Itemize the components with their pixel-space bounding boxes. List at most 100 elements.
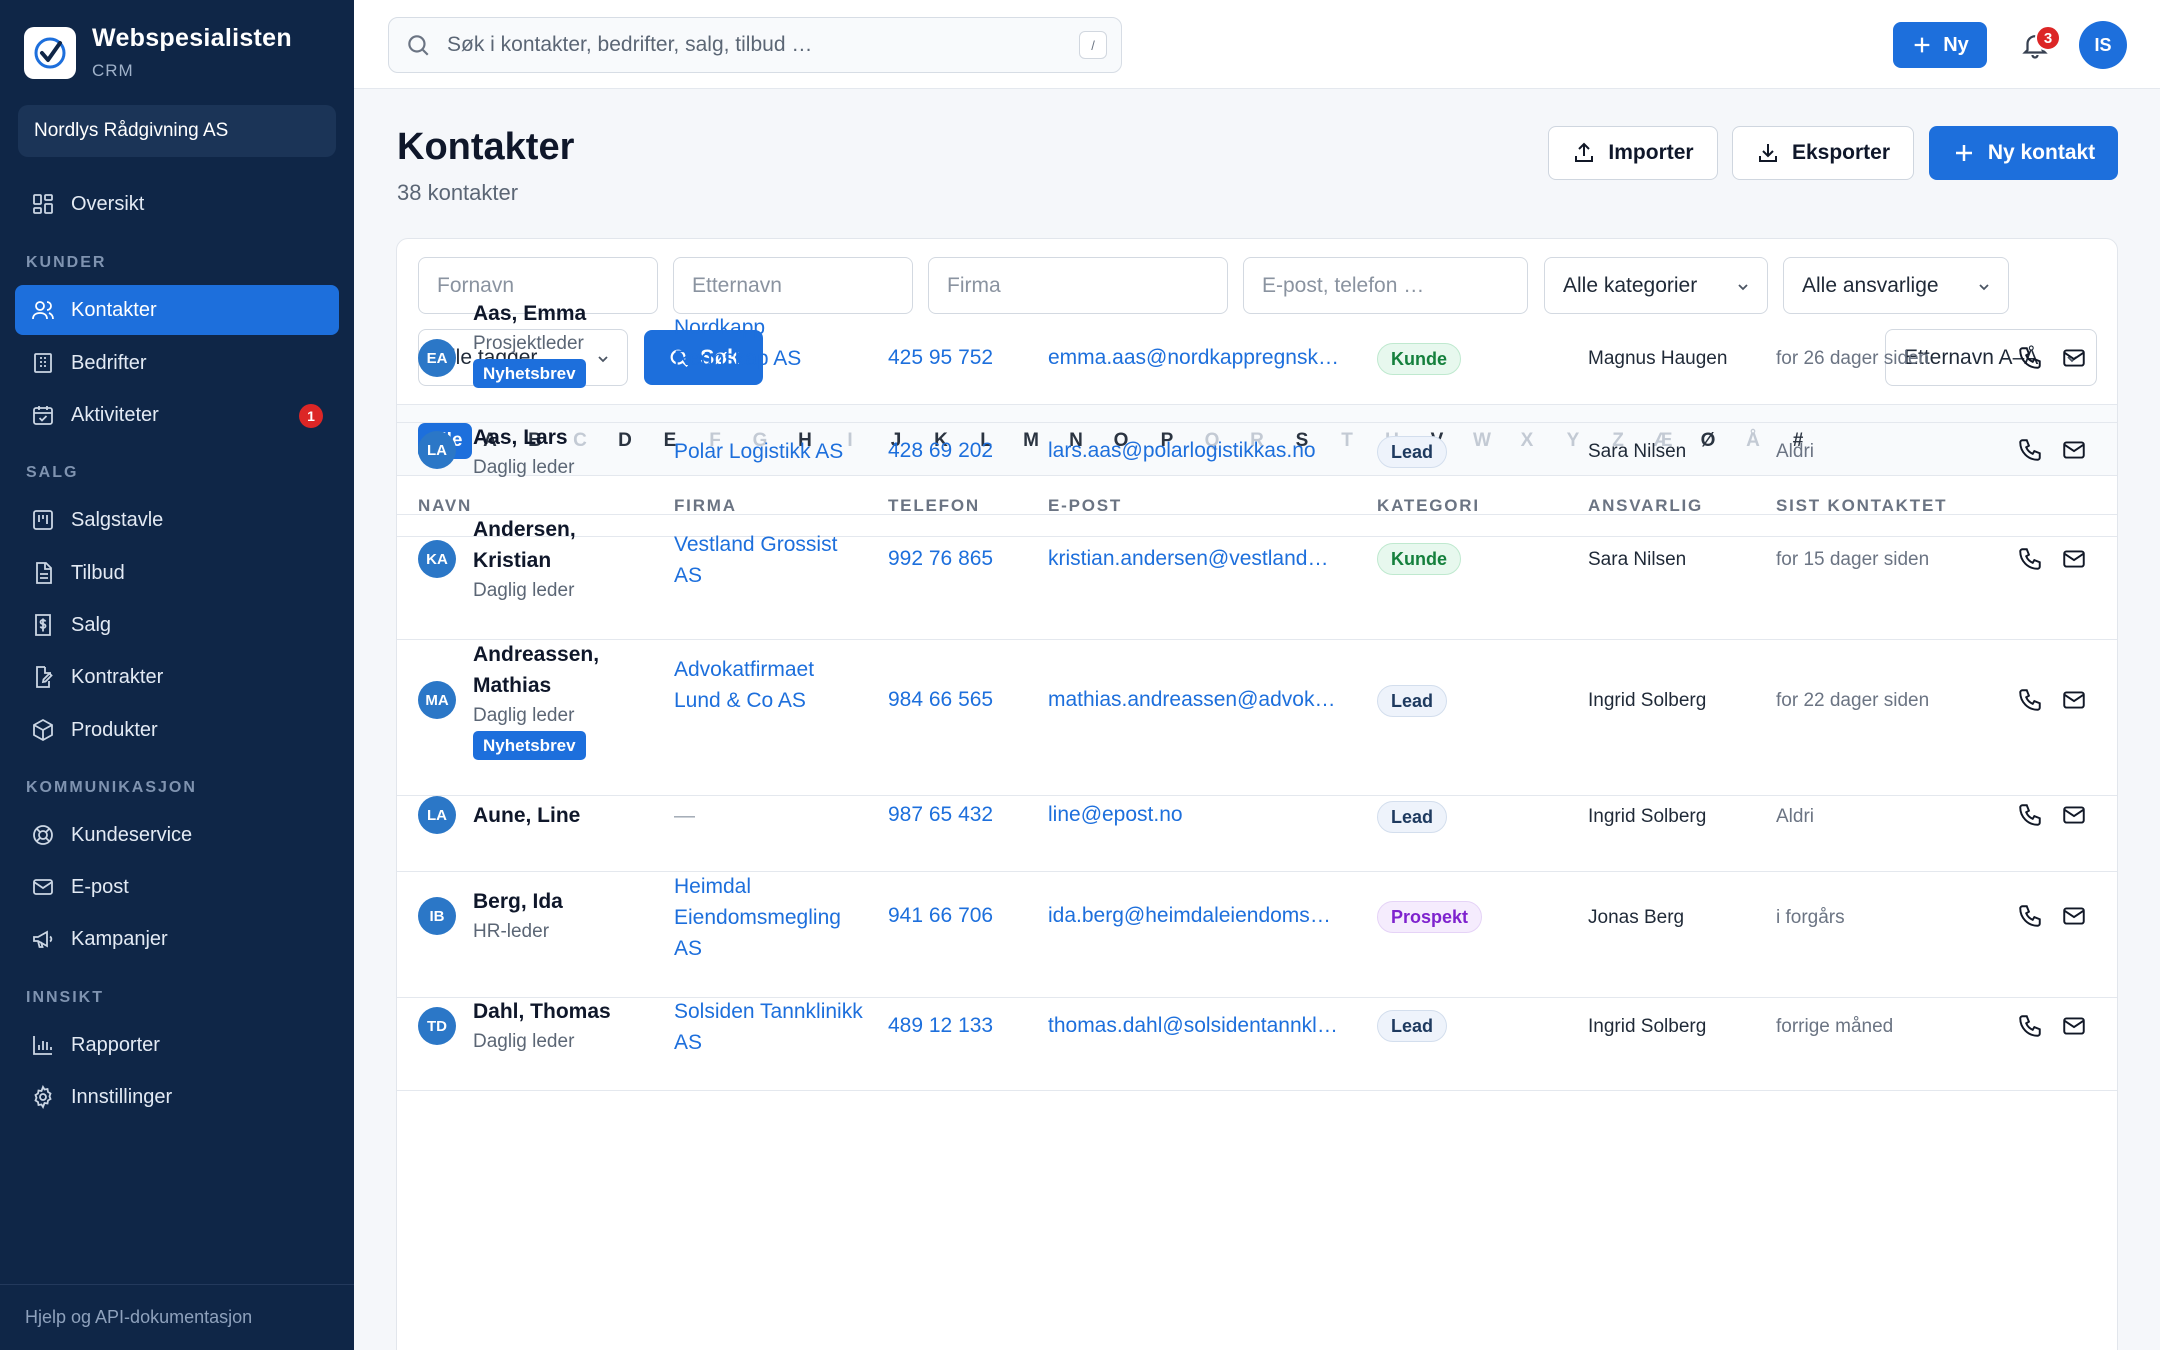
- contact-email[interactable]: line@epost.no: [1048, 803, 1340, 827]
- contact-name[interactable]: Dahl, Thomas: [473, 996, 643, 1027]
- nav-email[interactable]: E-post: [15, 862, 339, 912]
- contact-phone[interactable]: 992 76 865: [888, 547, 993, 571]
- nav-settings[interactable]: Innstillinger: [15, 1072, 339, 1122]
- contact-name[interactable]: Aas, Lars: [473, 422, 643, 453]
- receipt-dollar-icon: [35, 614, 51, 636]
- table-row[interactable]: LA Aune, Line — 987 65 432 line@epost.no Lead…: [397, 796, 2117, 872]
- import-button[interactable]: Importer: [1548, 126, 1718, 180]
- contact-role: Daglig leder: [473, 1031, 575, 1052]
- last-contacted: for 15 dager siden: [1776, 549, 1930, 570]
- download-icon: [1758, 144, 1777, 162]
- contact-name[interactable]: Andreassen, Mathias: [473, 639, 643, 701]
- nav-offers[interactable]: Tilbud: [15, 548, 339, 598]
- contacts-card: Fornavn Etternavn Firma E-post, telefon …: [396, 238, 2118, 1350]
- contact-name[interactable]: Andersen, Kristian: [473, 514, 643, 576]
- nav-pipeline[interactable]: Salgstavle: [15, 495, 339, 545]
- contact-company[interactable]: Vestland Grossist AS: [674, 529, 864, 591]
- mail-icon[interactable]: [2061, 437, 2087, 463]
- phone-icon[interactable]: [2017, 802, 2043, 828]
- contact-email[interactable]: lars.aas@polarlogistikkas.no: [1048, 439, 1340, 463]
- nav-contacts[interactable]: Kontakter: [15, 285, 339, 335]
- phone-icon[interactable]: [2017, 687, 2043, 713]
- nav-activities[interactable]: Aktiviteter 1: [15, 390, 339, 440]
- phone-icon[interactable]: [2017, 546, 2043, 572]
- last-contacted: i forgårs: [1776, 907, 1845, 928]
- help-link[interactable]: Hjelp og API-dokumentasjon: [0, 1284, 354, 1350]
- contact-email[interactable]: ida.berg@heimdaleiendomsmegling.no: [1048, 904, 1340, 928]
- bar-chart-icon: [33, 1036, 52, 1055]
- file-signature-icon: [36, 666, 53, 688]
- nav-contracts[interactable]: Kontrakter: [15, 652, 339, 702]
- mail-icon[interactable]: [2061, 1013, 2087, 1039]
- contact-email[interactable]: kristian.andersen@vestlandgrossistas.no: [1048, 547, 1340, 571]
- contact-phone[interactable]: 987 65 432: [888, 803, 993, 827]
- mail-icon[interactable]: [2061, 345, 2087, 371]
- contact-phone[interactable]: 489 12 133: [888, 1014, 993, 1038]
- mail-icon[interactable]: [2061, 546, 2087, 572]
- contact-name[interactable]: Berg, Ida: [473, 886, 643, 917]
- table-row[interactable]: MA Andreassen, Mathias Daglig leder Nyhetsb…: [397, 639, 2117, 796]
- global-search[interactable]: Søk i kontakter, bedrifter, salg, tilbud…: [388, 17, 1122, 73]
- mail-icon: [33, 879, 53, 895]
- nav-reports[interactable]: Rapporter: [15, 1020, 339, 1070]
- nav-label: Rapporter: [71, 1033, 160, 1056]
- nav-products[interactable]: Produkter: [15, 705, 339, 755]
- phone-icon[interactable]: [2017, 1013, 2043, 1039]
- notification-count: 3: [2035, 25, 2061, 51]
- last-contacted: Aldri: [1776, 806, 1815, 827]
- table-row[interactable]: TD Dahl, Thomas Daglig leder Solsiden Tannk…: [397, 996, 2117, 1091]
- nav-campaigns[interactable]: Kampanjer: [15, 914, 339, 964]
- contact-email[interactable]: thomas.dahl@solsidentannklinikk.no: [1048, 1014, 1340, 1038]
- contact-email[interactable]: emma.aas@nordkappregnskapas.no: [1048, 346, 1340, 370]
- contact-company[interactable]: Polar Logistikk AS: [674, 436, 864, 467]
- new-button[interactable]: Ny: [1893, 22, 1987, 68]
- contact-role: Daglig leder: [473, 457, 575, 478]
- contact-avatar: LA: [418, 796, 456, 834]
- nav-sales[interactable]: Salg: [15, 600, 339, 650]
- phone-icon[interactable]: [2017, 345, 2043, 371]
- contact-avatar: IB: [418, 897, 456, 935]
- contact-email[interactable]: mathias.andreassen@advokatfirmaet.no: [1048, 688, 1340, 712]
- contact-company[interactable]: Solsiden Tannklinikk AS: [674, 996, 864, 1058]
- nav-label: Kampanjer: [71, 927, 168, 950]
- category-select-value: Alle kategorier: [1563, 273, 1698, 297]
- contact-owner: Jonas Berg: [1588, 907, 1685, 928]
- phone-icon[interactable]: [2017, 437, 2043, 463]
- nav-support[interactable]: Kundeservice: [15, 810, 339, 860]
- chevron-down-icon: [1738, 284, 1748, 291]
- mail-icon[interactable]: [2061, 903, 2087, 929]
- nav-companies[interactable]: Bedrifter: [15, 338, 339, 388]
- contact-name[interactable]: Aas, Emma: [473, 298, 643, 329]
- contact-owner: Ingrid Solberg: [1588, 1016, 1707, 1037]
- contact-role: HR-leder: [473, 921, 550, 942]
- table-row[interactable]: EA Aas, Emma Prosjektleder Nyhetsbrev Nordka…: [397, 298, 2117, 423]
- new-contact-button[interactable]: Ny kontakt: [1929, 126, 2118, 180]
- phone-icon[interactable]: [2017, 903, 2043, 929]
- table-row[interactable]: LA Aas, Lars Daglig leder Polar Logistikk A…: [397, 422, 2117, 515]
- table-row[interactable]: IB Berg, Ida HR-leder Heimdal Eiendomsmegli…: [397, 871, 2117, 998]
- category-badge: Kunde: [1377, 543, 1461, 575]
- export-button[interactable]: Eksporter: [1732, 126, 1914, 180]
- org-switcher[interactable]: Nordlys Rådgivning AS: [18, 105, 336, 157]
- brand-name: Webspesialisten: [92, 24, 292, 52]
- contact-company: —: [674, 804, 695, 827]
- users-icon: [32, 301, 54, 320]
- brand[interactable]: Webspesialisten CRM: [24, 24, 292, 81]
- mail-icon[interactable]: [2061, 687, 2087, 713]
- search-shortcut: /: [1079, 31, 1107, 59]
- plus-icon: [1955, 145, 1972, 161]
- nav-overview[interactable]: Oversikt: [15, 179, 339, 229]
- contact-phone[interactable]: 428 69 202: [888, 439, 993, 463]
- category-badge: Lead: [1377, 801, 1448, 833]
- contact-name[interactable]: Aune, Line: [473, 800, 643, 831]
- user-avatar[interactable]: IS: [2079, 21, 2127, 69]
- table-row[interactable]: KA Andersen, Kristian Daglig leder Vestland…: [397, 514, 2117, 640]
- contact-company[interactable]: Nordkapp Regnskap AS: [674, 312, 864, 374]
- activities-badge: 1: [299, 404, 323, 428]
- mail-icon[interactable]: [2061, 802, 2087, 828]
- contact-phone[interactable]: 984 66 565: [888, 688, 993, 712]
- contact-company[interactable]: Advokatfirmaet Lund & Co AS: [674, 654, 864, 716]
- contact-company[interactable]: Heimdal Eiendomsmegling AS: [674, 871, 864, 964]
- contact-phone[interactable]: 941 66 706: [888, 904, 993, 928]
- contact-phone[interactable]: 425 95 752: [888, 346, 993, 370]
